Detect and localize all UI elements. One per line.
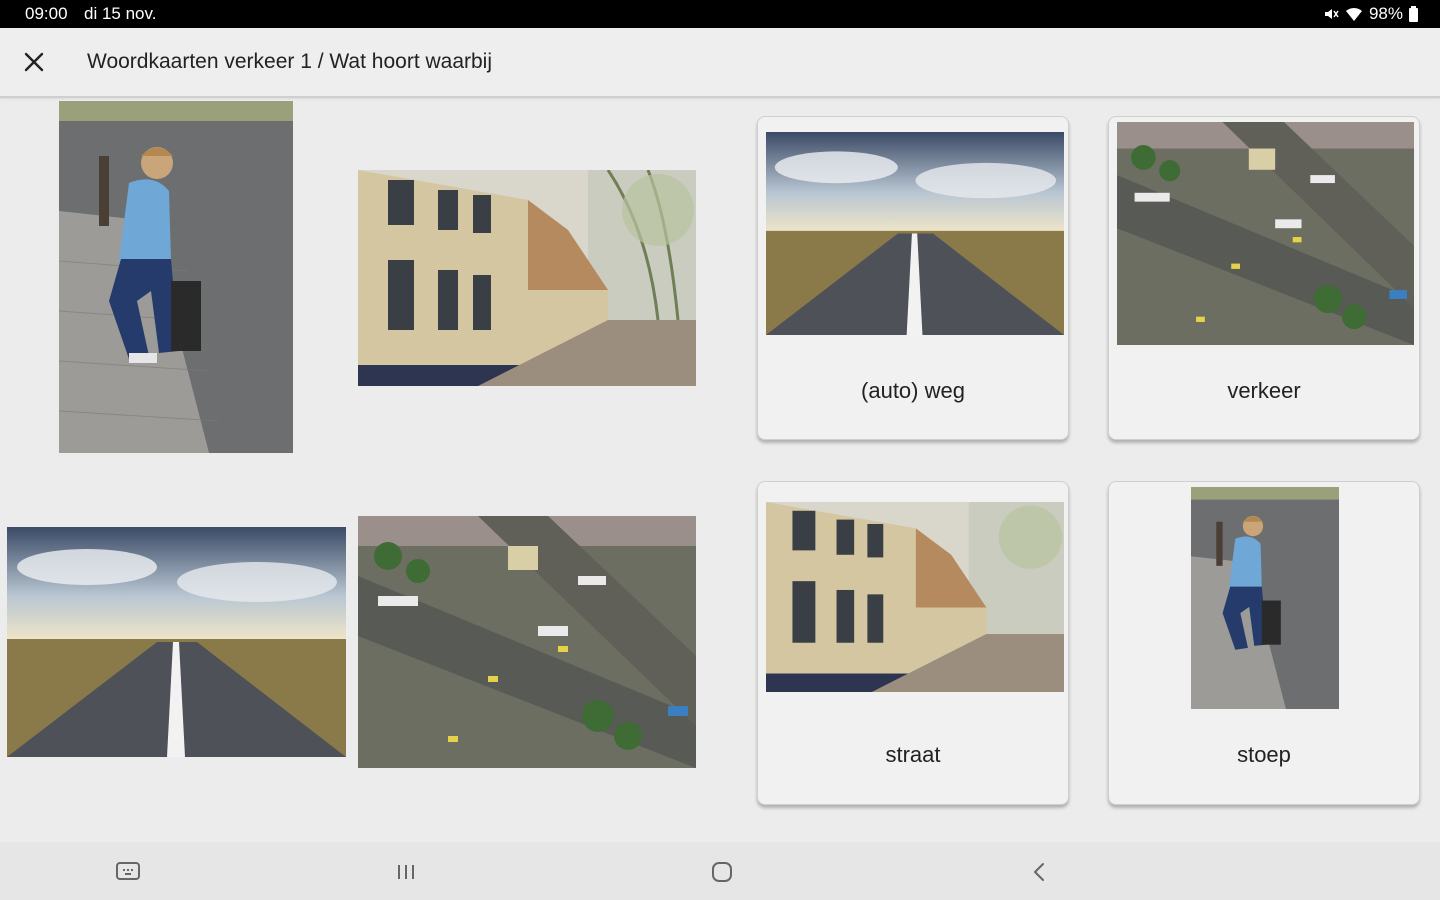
status-time: 09:00 — [25, 4, 68, 23]
keyboard-icon[interactable] — [114, 859, 142, 885]
card-image-verkeer — [1117, 122, 1414, 345]
status-icons: 98% — [1323, 4, 1418, 24]
page-title: Woordkaarten verkeer 1 / Wat hoort waarb… — [87, 50, 493, 73]
card-label: verkeer — [1227, 378, 1301, 403]
image-stoep-draggable[interactable] — [59, 101, 293, 453]
image-straat-draggable[interactable] — [358, 170, 696, 386]
card-label: (auto) weg — [861, 378, 965, 403]
status-date: di 15 nov. — [84, 4, 157, 23]
card-image-stoep — [1191, 487, 1339, 709]
card-label: stoep — [1237, 742, 1291, 767]
mute-icon — [1323, 6, 1339, 22]
back-icon[interactable] — [1026, 859, 1054, 885]
recents-icon[interactable] — [392, 859, 420, 885]
card-straat[interactable]: straat — [757, 481, 1069, 805]
card-label: straat — [885, 742, 941, 767]
card-stoep[interactable]: stoep — [1108, 481, 1420, 805]
battery-icon — [1409, 6, 1418, 22]
image-weg-draggable[interactable] — [7, 527, 346, 757]
home-icon[interactable] — [708, 859, 736, 885]
close-icon[interactable] — [20, 48, 48, 76]
card-auto-weg[interactable]: (auto) weg — [757, 116, 1069, 440]
card-verkeer[interactable]: verkeer — [1108, 116, 1420, 440]
card-image-weg — [766, 132, 1064, 335]
app-bar: Woordkaarten verkeer 1 / Wat hoort waarb… — [0, 28, 1440, 98]
wifi-icon — [1345, 6, 1363, 22]
navigation-bar — [0, 842, 1440, 900]
status-bar: 09:00 di 15 nov. 98% — [0, 0, 1440, 28]
card-image-straat — [766, 502, 1064, 692]
battery-text: 98% — [1368, 4, 1403, 23]
image-verkeer-draggable[interactable] — [358, 516, 696, 768]
